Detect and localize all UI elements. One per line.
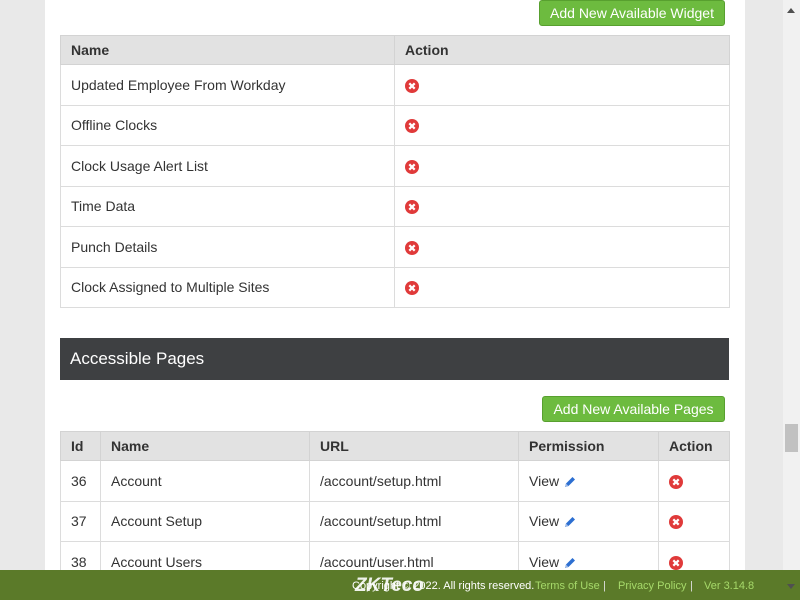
widget-name: Clock Assigned to Multiple Sites: [60, 266, 395, 308]
page-name: Account Setup: [100, 500, 310, 542]
action-cell: [394, 266, 730, 308]
action-cell: [658, 460, 730, 502]
column-header-name: Name: [60, 35, 395, 65]
action-cell: [394, 226, 730, 268]
table-row: Offline Clocks: [60, 104, 730, 146]
scroll-down-arrow-icon[interactable]: [787, 584, 795, 589]
main-content: Add New Available Widget Name Action Upd…: [45, 0, 745, 583]
table-row: Updated Employee From Workday: [60, 64, 730, 106]
permission-cell: View: [518, 500, 659, 542]
add-widget-button[interactable]: Add New Available Widget: [539, 0, 725, 26]
action-cell: [658, 500, 730, 542]
page-url: /account/setup.html: [309, 460, 519, 502]
pages-table: Id Name URL Permission Action 36 Account…: [60, 431, 730, 583]
column-header-url: URL: [309, 431, 519, 461]
widget-name: Offline Clocks: [60, 104, 395, 146]
footer-separator: |: [690, 580, 693, 592]
column-header-permission: Permission: [518, 431, 659, 461]
action-cell: [394, 185, 730, 227]
vertical-scrollbar[interactable]: [783, 0, 800, 570]
permission-value: View: [529, 472, 560, 489]
pencil-icon[interactable]: [563, 475, 577, 489]
terms-link[interactable]: Terms of Use: [535, 580, 600, 592]
pencil-icon[interactable]: [563, 556, 577, 570]
delete-icon[interactable]: [669, 515, 683, 530]
table-row: Clock Usage Alert List: [60, 145, 730, 187]
page-name: Account: [100, 460, 310, 502]
pages-header-row: Id Name URL Permission Action: [60, 431, 730, 461]
widget-name: Updated Employee From Workday: [60, 64, 395, 106]
widget-name: Punch Details: [60, 226, 395, 268]
page-url: /account/setup.html: [309, 500, 519, 542]
pencil-icon[interactable]: [563, 515, 577, 529]
scroll-up-arrow-icon[interactable]: [787, 8, 795, 13]
copyright-text: Copyright © 2022. All rights reserved.: [352, 580, 535, 592]
scroll-thumb[interactable]: [785, 424, 798, 452]
table-row: Time Data: [60, 185, 730, 227]
delete-icon[interactable]: [405, 78, 419, 93]
action-cell: [394, 104, 730, 146]
footer-separator: |: [603, 580, 606, 592]
column-header-name: Name: [100, 431, 310, 461]
privacy-link[interactable]: Privacy Policy: [618, 580, 686, 592]
delete-icon[interactable]: [405, 200, 419, 215]
widgets-header-row: Name Action: [60, 35, 730, 65]
accessible-pages-header: Accessible Pages: [60, 338, 729, 380]
page-id: 37: [60, 500, 101, 542]
version-text: Ver 3.14.8: [704, 580, 755, 592]
action-cell: [394, 64, 730, 106]
footer: ZKTeco Copyright © 2022. All rights rese…: [0, 570, 800, 600]
column-header-action: Action: [394, 35, 730, 65]
action-cell: [394, 145, 730, 187]
delete-icon[interactable]: [405, 119, 419, 134]
widget-name: Time Data: [60, 185, 395, 227]
delete-icon[interactable]: [669, 555, 683, 570]
widget-name: Clock Usage Alert List: [60, 145, 395, 187]
table-row: Clock Assigned to Multiple Sites: [60, 266, 730, 308]
column-header-id: Id: [60, 431, 101, 461]
permission-value: View: [529, 553, 560, 570]
delete-icon[interactable]: [405, 281, 419, 296]
delete-icon[interactable]: [669, 474, 683, 489]
permission-value: View: [529, 513, 560, 530]
add-pages-button[interactable]: Add New Available Pages: [542, 396, 725, 422]
page-id: 36: [60, 460, 101, 502]
table-row: 37 Account Setup /account/setup.html Vie…: [60, 500, 730, 542]
table-row: Punch Details: [60, 226, 730, 268]
permission-cell: View: [518, 460, 659, 502]
widgets-table: Name Action Updated Employee From Workda…: [60, 35, 730, 308]
column-header-action: Action: [658, 431, 730, 461]
delete-icon[interactable]: [405, 240, 419, 255]
table-row: 36 Account /account/setup.html View: [60, 460, 730, 502]
delete-icon[interactable]: [405, 159, 419, 174]
